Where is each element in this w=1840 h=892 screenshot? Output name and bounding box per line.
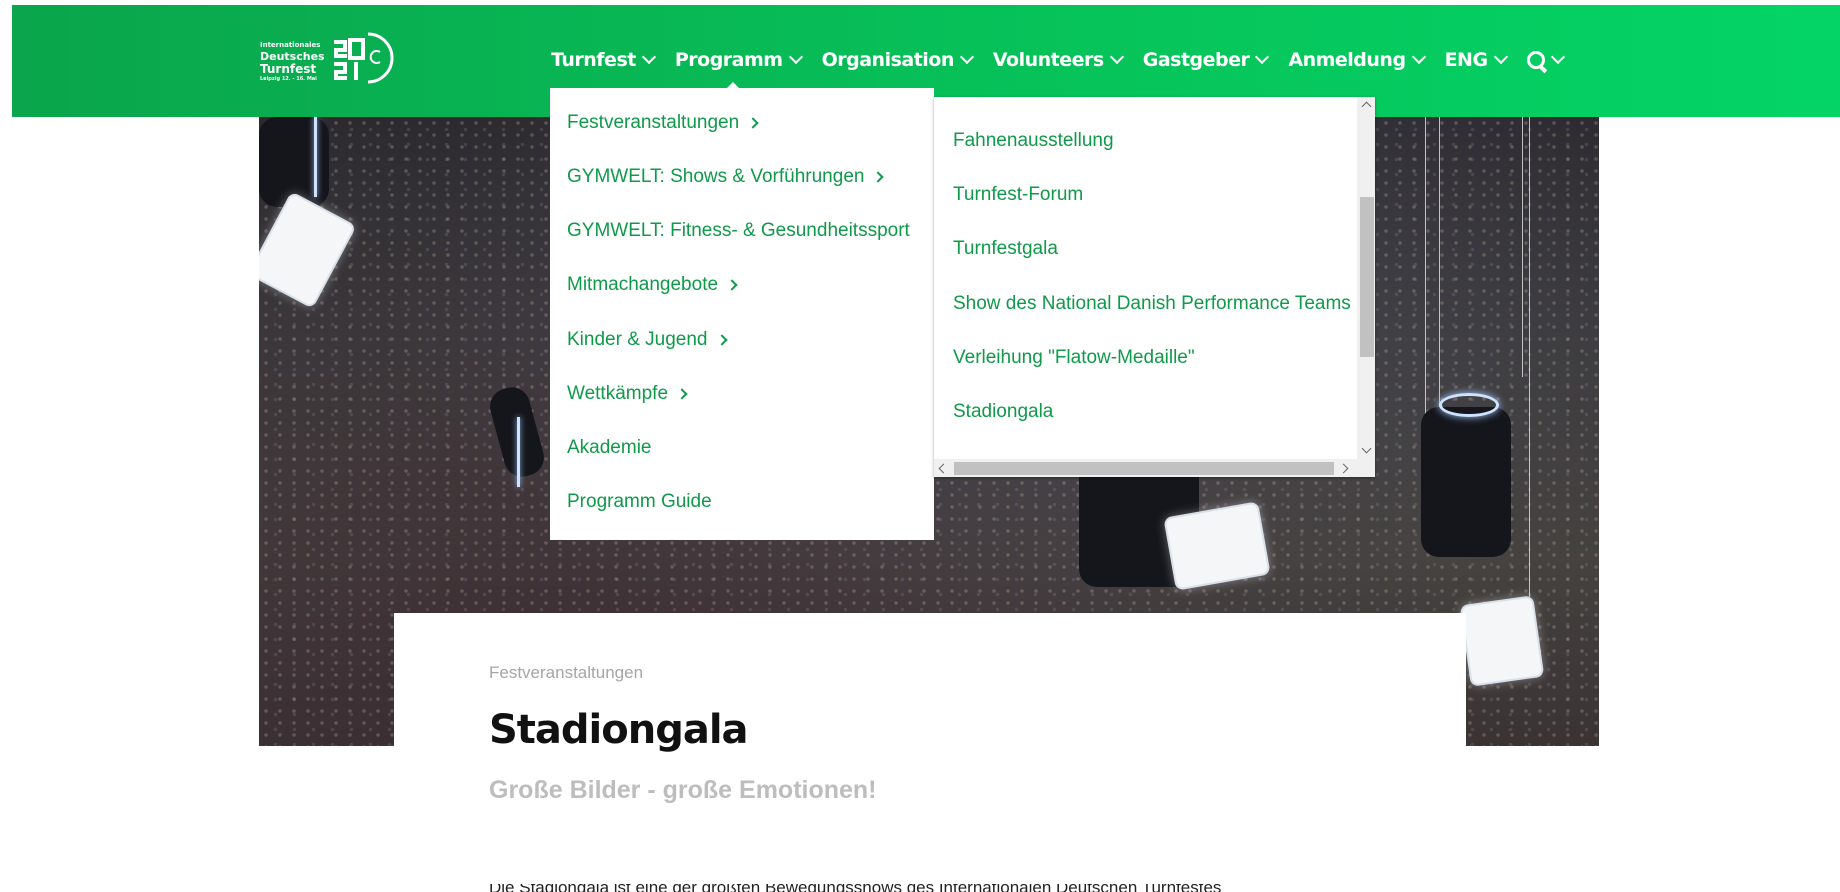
chevron-right-icon	[676, 388, 688, 400]
submenu-item-fahnenausstellung[interactable]: Fahnenausstellung	[953, 130, 1114, 152]
drum-image	[1459, 595, 1545, 687]
menu-item-festveranstaltungen[interactable]: Festveranstaltungen	[567, 112, 759, 134]
logo-line-2: Deutsches	[260, 50, 325, 63]
programm-dropdown: Festveranstaltungen GYMWELT: Shows & Vor…	[550, 88, 934, 540]
menu-item-label: Wettkämpfe	[567, 383, 669, 404]
chevron-down-icon	[641, 49, 656, 65]
nav-label: Anmeldung	[1288, 49, 1406, 71]
nav-label: ENG	[1444, 49, 1488, 71]
menu-item-label: Kinder & Jugend	[567, 329, 708, 350]
scroll-down-icon[interactable]	[1361, 443, 1372, 454]
performer-figure	[1421, 407, 1511, 557]
scroll-up-icon[interactable]	[1361, 101, 1372, 112]
menu-item-wettkaempfe[interactable]: Wettkämpfe	[567, 383, 688, 405]
menu-item-akademie[interactable]: Akademie	[567, 437, 652, 459]
menu-item-fitness[interactable]: GYMWELT: Fitness- & Gesundheitssport	[567, 220, 910, 242]
menu-item-shows[interactable]: GYMWELT: Shows & Vorführungen	[567, 166, 885, 188]
led-strip	[517, 417, 520, 487]
vertical-scroll-thumb[interactable]	[1360, 197, 1374, 357]
menu-item-label: GYMWELT: Fitness- & Gesundheitssport	[567, 220, 910, 241]
scrollbar-corner	[1357, 459, 1375, 477]
nav-label: Volunteers	[992, 49, 1104, 71]
logo-line-3: Turnfest	[260, 62, 317, 76]
menu-item-label: GYMWELT: Shows & Vorführungen	[567, 166, 865, 187]
nav-label: Gastgeber	[1142, 49, 1250, 71]
scroll-right-icon[interactable]	[1338, 463, 1349, 474]
logo-line-1: Internationales	[260, 41, 321, 49]
chevron-down-icon	[1550, 49, 1565, 65]
nav-programm[interactable]: Programm	[674, 44, 803, 76]
submenu-item-danish-team[interactable]: Show des National Danish Performance Tea…	[953, 293, 1351, 315]
menu-item-label: Akademie	[567, 437, 652, 458]
performer-wire	[1529, 117, 1530, 597]
submenu-item-turnfest-forum[interactable]: Turnfest-Forum	[953, 184, 1083, 206]
breadcrumb[interactable]: Festveranstaltungen	[489, 663, 643, 683]
chevron-down-icon	[1493, 49, 1508, 65]
chevron-down-icon	[1109, 49, 1124, 65]
search-icon	[1526, 51, 1545, 69]
nav-turnfest[interactable]: Turnfest	[551, 44, 656, 76]
submenu-item-stadiongala[interactable]: Stadiongala	[953, 401, 1053, 423]
nav-search[interactable]	[1526, 44, 1565, 76]
chevron-right-icon	[747, 117, 759, 129]
submenu-item-turnfestgala[interactable]: Turnfestgala	[953, 238, 1058, 260]
submenu-item-flatow-medaille[interactable]: Verleihung "Flatow-Medaille"	[953, 347, 1195, 369]
horizontal-scrollbar[interactable]	[934, 459, 1357, 477]
nav-language[interactable]: ENG	[1444, 44, 1508, 76]
page-title: Stadiongala	[489, 707, 749, 753]
nav-anmeldung[interactable]: Anmeldung	[1288, 44, 1426, 76]
performer-wire	[1522, 117, 1523, 377]
logo-line-4: Leipzig 12. - 16. Mai	[260, 76, 317, 82]
scroll-left-icon[interactable]	[938, 463, 949, 474]
horizontal-scroll-thumb[interactable]	[954, 462, 1334, 475]
menu-item-label: Programm Guide	[567, 491, 712, 512]
menu-item-mitmachangebote[interactable]: Mitmachangebote	[567, 274, 738, 296]
led-strip	[314, 117, 317, 197]
vertical-scrollbar[interactable]	[1357, 97, 1375, 459]
chevron-right-icon	[726, 279, 738, 291]
chevron-down-icon	[959, 49, 974, 65]
logo-year-mark	[334, 32, 394, 84]
menu-item-kinder-jugend[interactable]: Kinder & Jugend	[567, 329, 728, 351]
menu-item-label: Mitmachangebote	[567, 274, 719, 295]
chevron-right-icon	[715, 334, 728, 346]
menu-item-programm-guide[interactable]: Programm Guide	[567, 491, 712, 513]
page-subtitle: Große Bilder - große Emotionen!	[489, 776, 877, 804]
main-nav: Turnfest Programm Organisation Volunteer…	[551, 44, 1584, 76]
body-text: Die Stadiongala ist eine der größten Bew…	[489, 884, 1389, 892]
chevron-down-icon	[1411, 49, 1426, 65]
chevron-right-icon	[872, 171, 885, 183]
site-logo[interactable]: Internationales Deutsches Turnfest Leipz…	[260, 25, 400, 87]
led-hat	[1439, 393, 1499, 417]
nav-label: Programm	[674, 49, 783, 71]
nav-volunteers[interactable]: Volunteers	[992, 44, 1124, 76]
nav-label: Organisation	[821, 49, 955, 71]
nav-label: Turnfest	[551, 49, 636, 71]
menu-item-label: Festveranstaltungen	[567, 112, 740, 133]
chevron-down-icon	[788, 49, 803, 65]
nav-gastgeber[interactable]: Gastgeber	[1142, 44, 1270, 76]
nav-organisation[interactable]: Organisation	[821, 44, 974, 76]
festveranstaltungen-submenu: Fahnenausstellung Turnfest-Forum Turnfes…	[934, 97, 1375, 477]
chevron-down-icon	[1255, 49, 1270, 65]
